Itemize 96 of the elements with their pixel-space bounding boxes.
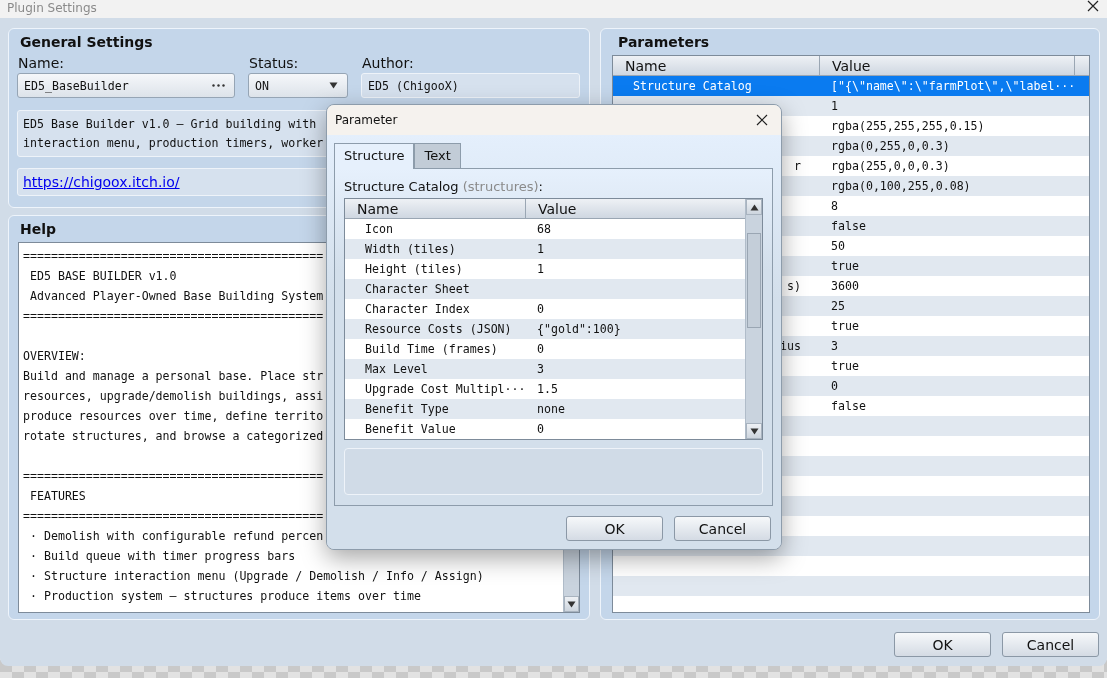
table-row[interactable]: Resource Costs (JSON) {"gold":100} [345, 319, 745, 339]
table-cell-text: Upgrade Cost Multipl··· [364, 381, 525, 398]
close-icon [1087, 0, 1099, 12]
table-cell-text: Benefit Value [364, 421, 457, 438]
table-cell-text: Character Sheet [364, 281, 471, 298]
help-line: OVERVIEW: [23, 348, 86, 365]
help-line: ED5 BASE BUILDER v1.0 [28, 268, 177, 285]
tab[interactable]: Text [414, 143, 461, 168]
table-cell-text: 1 [536, 261, 545, 278]
table-cell-text: 0 [536, 421, 545, 438]
table-cell-text: Height (tiles) [364, 261, 464, 278]
down-arrow-icon [749, 427, 759, 435]
table-cell-text: rgba(0,100,255,0.08) [830, 178, 972, 195]
table-cell-text: Width (tiles) [364, 241, 457, 258]
panel-heading: Help [20, 220, 57, 238]
table-cell-text: 0 [830, 378, 839, 395]
dialog-button[interactable]: Cancel [1002, 632, 1099, 657]
table-cell-text: rgba(255,255,255,0.15) [830, 118, 986, 135]
table-cell-text: Benefit Type [364, 401, 450, 418]
table-cell-text: 0 [536, 341, 545, 358]
status-dropdown[interactable]: ON [248, 73, 348, 98]
table-cell-text: Character Index [364, 301, 471, 318]
table-cell-text: 1.5 [536, 381, 559, 398]
scrollbar-thumb[interactable] [747, 233, 761, 328]
table-cell-text: none [536, 401, 566, 418]
panel-heading: Parameters [618, 33, 710, 51]
table-cell-text: false [830, 398, 867, 415]
help-line: · Production system — structures produce items over time [28, 588, 421, 605]
table-cell-text: false [830, 218, 867, 235]
table-cell-text: 0 [536, 301, 545, 318]
name-field[interactable]: ED5_BaseBuilder [17, 73, 235, 98]
dialog-button[interactable]: OK [894, 632, 991, 657]
help-line: · Structure interaction menu (Upgrade / Demolish / Info / Assign) [28, 568, 484, 585]
table-cell-text: 1 [536, 241, 545, 258]
table-cell-text: Icon [364, 221, 394, 238]
field-label: Name: [17, 55, 66, 71]
table-cell-text: true [830, 358, 860, 375]
dialog-title: Parameter [335, 113, 398, 127]
table-cell-text: 68 [536, 221, 552, 238]
table-cell-text: Build Time (frames) [364, 341, 499, 358]
table-row[interactable]: Structure Catalog ["{\"name\":\"farmPlot\",\"label··· [613, 76, 1089, 96]
table-cell-text: ius [779, 338, 802, 355]
help-line: FEATURES [28, 488, 86, 505]
column-header: Name [624, 57, 668, 75]
help-line: =========================================== [23, 508, 324, 525]
up-arrow-icon [749, 203, 759, 211]
table-cell-text: 1 [830, 98, 839, 115]
help-line: Advanced Player-Owned Base Building System [28, 288, 324, 305]
url-link[interactable]: https://chigoox.itch.io/ [23, 174, 180, 190]
table-cell-text: r [793, 158, 802, 175]
table-cell-text: ["{\"name\":\"farmPlot\",\"label··· [830, 78, 1077, 95]
table-cell-text: true [830, 258, 860, 275]
help-line: · Demolish with configurable refund percen [28, 528, 324, 545]
table-cell-text: rgba(255,0,0,0.3) [830, 158, 951, 175]
help-line: Build and manage a personal base. Place str [23, 368, 324, 385]
help-line: =========================================== [23, 308, 324, 325]
panel-heading: General Settings [20, 33, 153, 51]
table-cell-text: 50 [830, 238, 846, 255]
description-line: interaction menu, production timers, worker [23, 135, 324, 152]
help-line: =========================================== [23, 468, 324, 485]
help-line: rotate structures, and browse a categorized [23, 428, 324, 445]
scrollbar[interactable] [745, 199, 762, 439]
table-cell-text: 25 [830, 298, 846, 315]
down-arrow-icon [567, 600, 576, 608]
more-icon [212, 84, 225, 87]
column-header: Value [819, 56, 1074, 75]
description-line: ED5 Base Builder v1.0 — Grid building with [23, 116, 317, 133]
author-field[interactable]: ED5 (ChigooX) [361, 73, 580, 98]
field-label: Status: [248, 55, 300, 71]
table-cell-text: 3 [536, 361, 545, 378]
down-arrow-icon [329, 82, 338, 89]
table-row[interactable]: Width (tiles) 1 [345, 239, 745, 259]
help-line: · Build queue with timer progress bars [28, 548, 296, 565]
help-line: produce resources over time, define territo [23, 408, 324, 425]
tab[interactable]: Structure [334, 143, 415, 169]
column-header: Name [356, 200, 400, 218]
close-icon [756, 114, 768, 126]
table-row[interactable]: Character Sheet [345, 279, 745, 299]
field-label: Author: [361, 55, 415, 71]
table-cell-text: rgba(0,255,0,0.3) [830, 138, 951, 155]
table-cell-text: 8 [830, 198, 839, 215]
dialog-button[interactable]: OK [566, 516, 663, 541]
table-cell-text: Resource Costs (JSON) [364, 321, 513, 338]
table-cell-text: true [830, 318, 860, 335]
table-cell-text: 3600 [830, 278, 860, 295]
table-row[interactable]: Benefit Type none [345, 399, 745, 419]
table-cell-text: 3 [830, 338, 839, 355]
table-row[interactable]: Max Level 3 [345, 359, 745, 379]
dialog-button[interactable]: Cancel [674, 516, 771, 541]
window-title: Plugin Settings [7, 1, 97, 15]
table-cell-text: s) [786, 278, 802, 295]
help-line: resources, upgrade/demolish buildings, assi [23, 388, 324, 405]
help-line: =========================================== [23, 248, 324, 265]
table-cell-text: Structure Catalog [632, 78, 753, 95]
table-cell-text: Max Level [364, 361, 429, 378]
field-label: Structure Catalog (structures): [344, 179, 544, 195]
